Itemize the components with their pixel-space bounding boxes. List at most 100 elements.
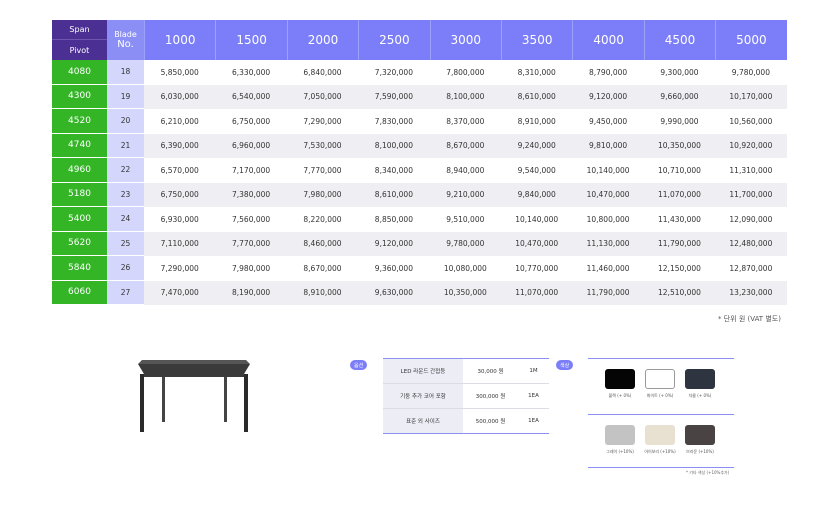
price-cell: 12,480,000 [729,239,773,249]
price-cell: 10,170,000 [729,92,773,102]
blade-header: Blade No. [107,20,144,60]
pivot-header: Pivot [52,40,107,60]
price-cell: 7,590,000 [374,92,413,102]
price-cell: 7,980,000 [303,190,342,200]
price-cell: 12,090,000 [729,214,773,224]
divider [588,467,734,468]
option-row: LED 라운드 간접등 30,000 원 1M [383,359,549,384]
price-cell: 10,350,000 [658,141,701,151]
price-cell: 13,230,000 [729,288,773,298]
price-cell: 9,240,000 [517,141,556,151]
column-header: 3000 [429,20,501,60]
pivot-cell: 5620 [52,231,107,256]
price-cell: 9,990,000 [660,116,699,126]
price-cell: 6,960,000 [232,141,271,151]
price-cell: 8,910,000 [303,288,342,298]
price-cell: 12,150,000 [658,263,701,273]
span-header: Span [52,20,107,40]
blade-cell: 26 [107,256,144,281]
price-cell: 9,120,000 [589,92,628,102]
price-cell: 11,310,000 [729,165,773,175]
price-cell: 8,220,000 [303,214,342,224]
price-cell: 10,770,000 [515,263,559,273]
price-cell: 9,450,000 [589,116,628,126]
pivot-cell: 5180 [52,182,107,207]
price-cell: 7,170,000 [232,165,271,175]
price-cell: 8,670,000 [446,141,485,151]
price-cell: 9,540,000 [517,165,556,175]
option-price: 500,000 원 [475,419,506,425]
pivot-cell: 5840 [52,256,107,281]
price-cell: 7,110,000 [160,239,199,249]
divider [588,414,734,415]
blade-cell: 19 [107,84,144,109]
price-cell: 11,790,000 [586,288,630,298]
price-cell: 7,770,000 [303,165,342,175]
pergola-icon [138,360,250,432]
option-row: 기둥 추가 코어 포함 300,000 원 1EA [383,384,549,409]
pivot-cell: 4960 [52,158,107,183]
price-cell: 8,610,000 [374,190,413,200]
price-cell: 9,360,000 [374,263,413,273]
pivot-cell: 4740 [52,133,107,158]
price-cell: 7,560,000 [232,214,271,224]
price-cell: 9,510,000 [446,214,485,224]
column-header: 4000 [572,20,644,60]
price-cell: 6,750,000 [232,116,271,126]
price-cell: 7,380,000 [232,190,271,200]
price-cell: 10,800,000 [586,214,630,224]
price-cell: 8,670,000 [303,263,342,273]
option-name: 기둥 추가 코어 포함 [383,384,463,408]
column-header: 1000 [144,20,216,60]
blade-cell: 20 [107,109,144,134]
option-unit: 1M [529,368,538,374]
option-price: 300,000 원 [475,394,506,400]
price-cell: 8,100,000 [446,92,485,102]
price-cell: 8,370,000 [446,116,485,126]
column-header: 2000 [286,20,359,60]
price-cell: 10,080,000 [443,263,487,273]
option-unit: 1EA [528,393,539,399]
price-cell: 11,130,000 [586,239,630,249]
options-table: LED 라운드 간접등 30,000 원 1M 기둥 추가 코어 포함 300,000 … [383,358,549,434]
blade-cell: 23 [107,182,144,207]
price-cell: 10,350,000 [443,288,487,298]
price-cell: 9,780,000 [731,67,770,77]
price-cell: 6,540,000 [232,92,271,102]
price-cell: 9,840,000 [517,190,556,200]
option-name: 표준 외 사이즈 [383,409,463,433]
price-cell: 9,660,000 [660,92,699,102]
column-header: 4500 [643,20,716,60]
price-cell: 7,530,000 [303,141,342,151]
blade-cell: 18 [107,60,144,85]
color-note: * 기타 색상 (+10%추가) [686,470,730,475]
color-swatch-label: 블랙 (+ 0%) [608,393,632,398]
price-cell: 12,870,000 [729,263,773,273]
price-cell: 6,750,000 [160,190,199,200]
price-cell: 7,830,000 [374,116,413,126]
option-price: 30,000 원 [477,369,504,375]
price-cell: 9,120,000 [374,239,413,249]
price-cell: 8,310,000 [517,67,556,77]
price-cell: 8,460,000 [303,239,342,249]
blade-header-line2: No. [117,39,134,50]
color-swatch [645,425,675,445]
price-cell: 11,430,000 [658,214,701,224]
price-cell: 6,930,000 [160,214,199,224]
option-name: LED 라운드 간접등 [383,359,463,383]
color-swatch-label: 차콜 (+ 0%) [688,393,712,398]
price-cell: 7,770,000 [232,239,271,249]
pivot-cell: 6060 [52,280,107,305]
blade-cell: 24 [107,207,144,232]
price-cell: 6,390,000 [160,141,199,151]
price-cell: 9,630,000 [374,288,413,298]
price-cell: 8,790,000 [589,67,628,77]
column-header: 1500 [215,20,287,60]
price-cell: 10,920,000 [729,141,773,151]
colors-badge: 색상 [556,360,574,370]
price-cell: 9,810,000 [589,141,628,151]
price-cell: 11,070,000 [658,190,701,200]
color-swatch-panel: 블랙 (+ 0%) 화이트 (+ 0%) 차콜 (+ 0%) 그레이 (+10%) 아이… [588,358,734,468]
price-cell: 7,470,000 [160,288,199,298]
price-cell: 6,570,000 [160,165,199,175]
